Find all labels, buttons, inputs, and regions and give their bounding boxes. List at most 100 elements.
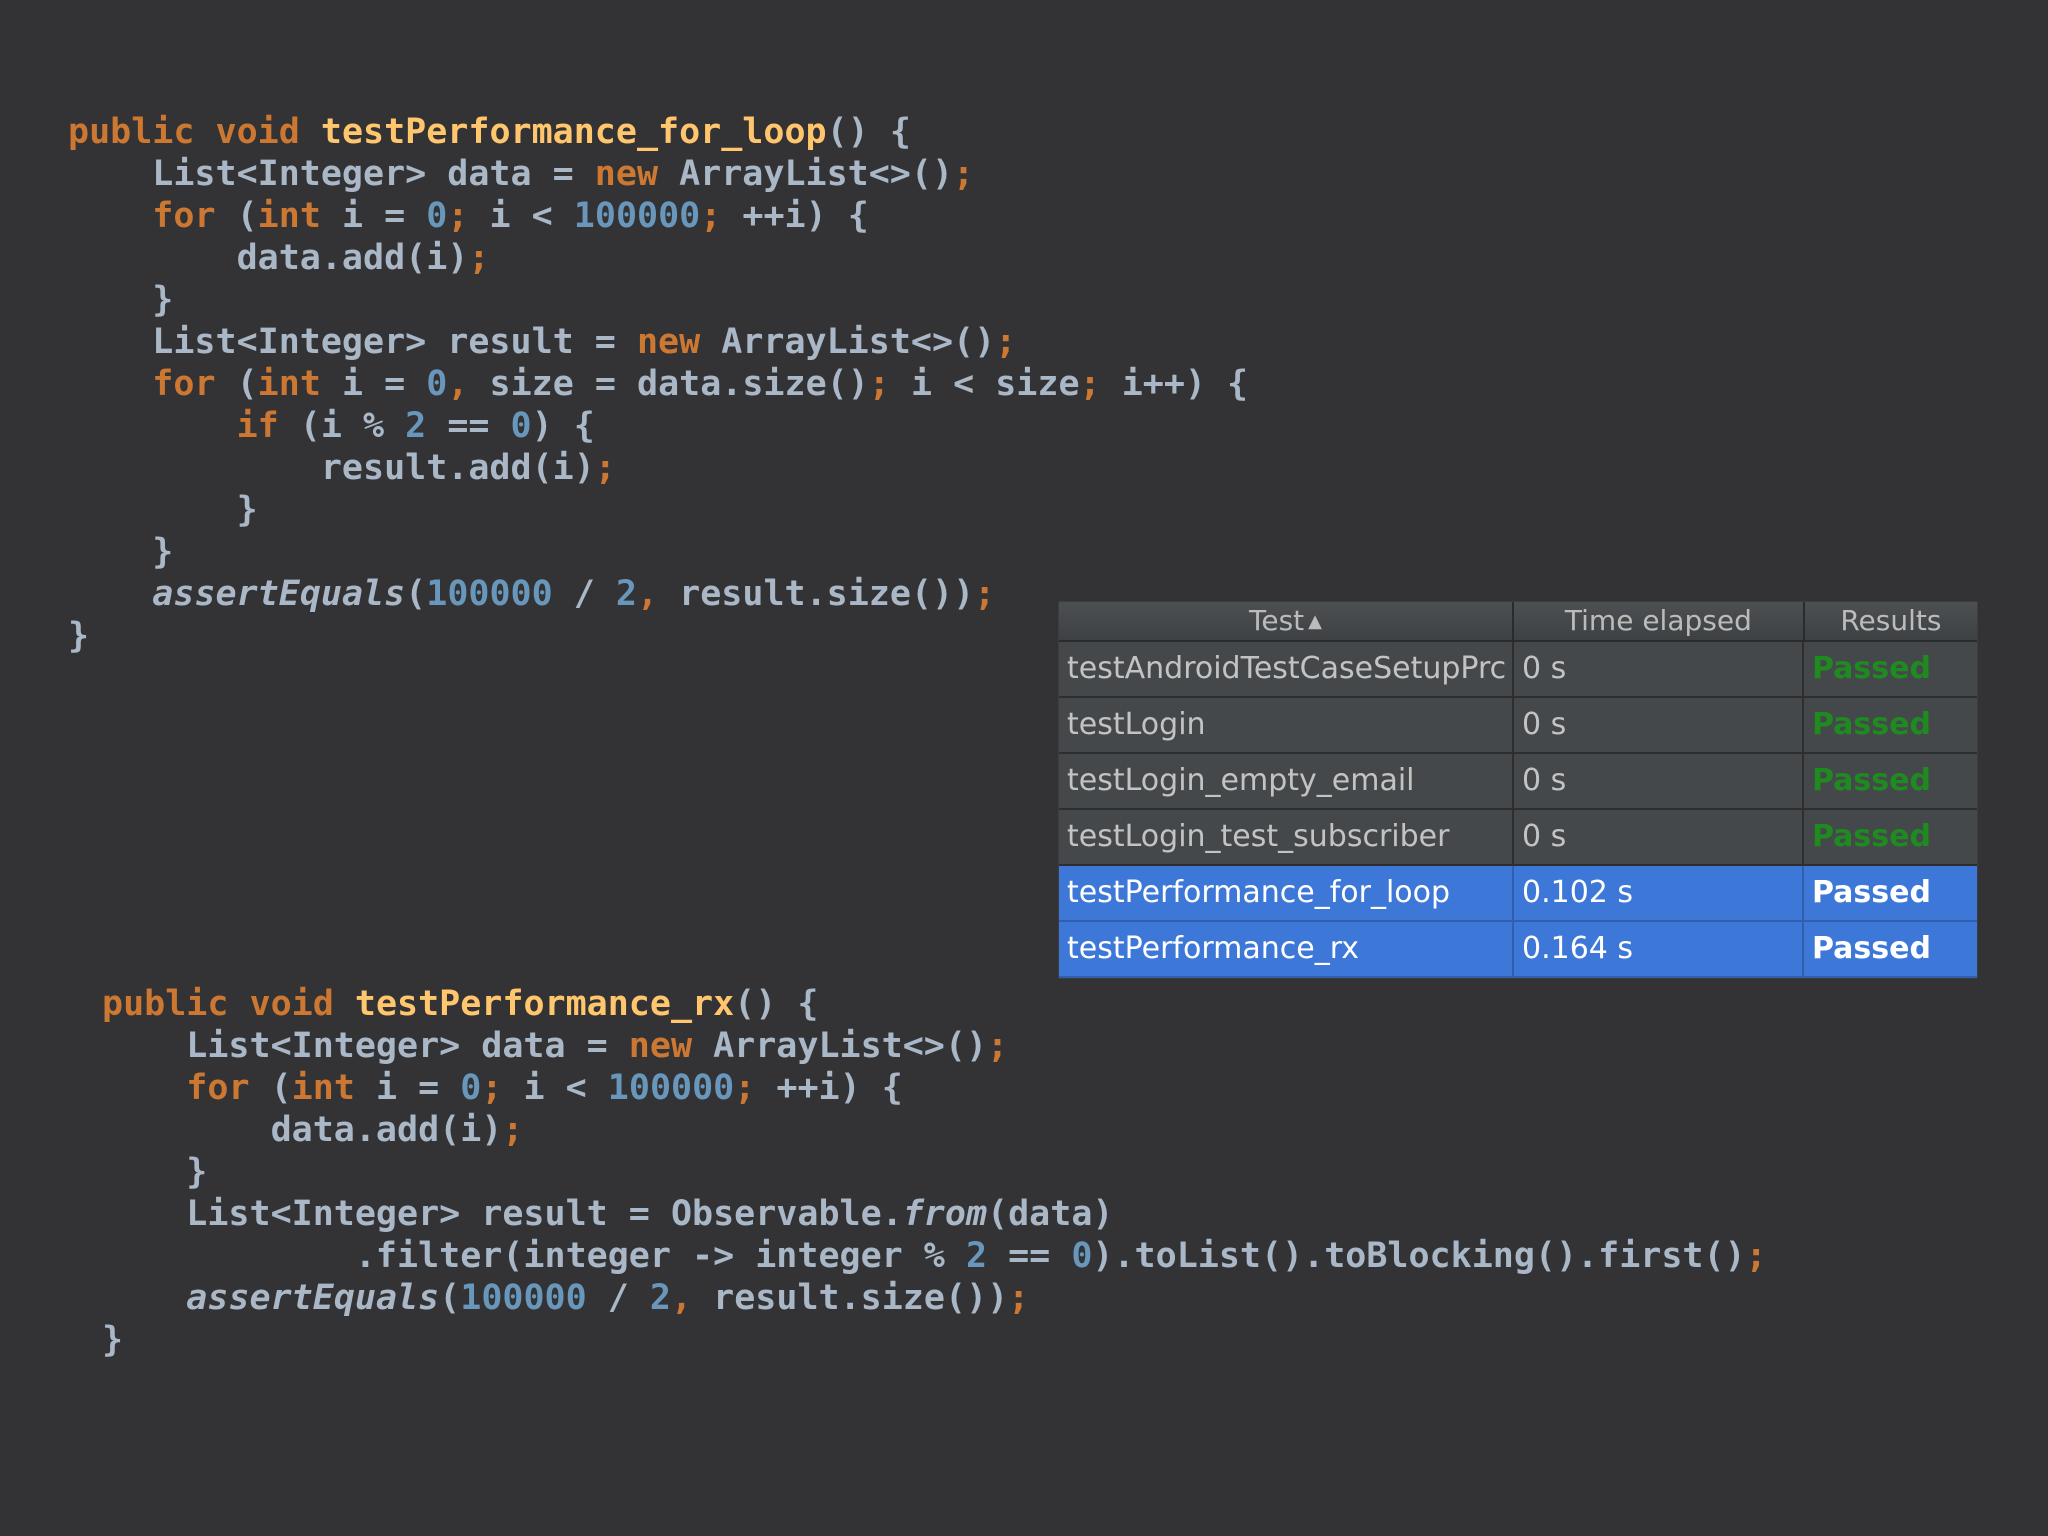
code-token: new (594, 154, 680, 194)
code-token: List<Integer> result = (68, 322, 637, 362)
test-name-cell: testPerformance_rx (1059, 922, 1514, 976)
code-token: 2 (649, 1278, 671, 1318)
code-line: if (i % 2 == 0) { (68, 405, 1248, 447)
table-row[interactable]: testAndroidTestCaseSetupPrc 0 s Passed (1059, 642, 1977, 698)
result-cell: Passed (1812, 707, 1931, 742)
code-line: result.add(i); (68, 447, 1248, 489)
code-token: for (152, 364, 237, 404)
code-token: ; (502, 1110, 524, 1150)
code-token: ; (987, 1026, 1009, 1066)
code-line: } (68, 531, 1248, 573)
table-row[interactable]: testLogin_test_subscriber 0 s Passed (1059, 810, 1977, 866)
table-row[interactable]: testPerformance_for_loop 0.102 s Passed (1059, 866, 1977, 922)
code-token: new (636, 322, 722, 362)
code-token: ; (734, 1068, 777, 1108)
code-line: assertEquals(100000 / 2, result.size()); (102, 1277, 1767, 1319)
code-token: for (152, 196, 237, 236)
code-token: == (447, 406, 511, 446)
code-line: for (int i = 0; i < 100000; ++i) { (102, 1067, 1767, 1109)
code-token: result.size()) (713, 1278, 1009, 1318)
code-line: } (102, 1319, 1767, 1361)
code-line: List<Integer> data = new ArrayList<>(); (68, 153, 1248, 195)
code-token: void (215, 112, 321, 152)
code-token: void (249, 984, 355, 1024)
code-line: data.add(i); (68, 237, 1248, 279)
code-line: List<Integer> data = new ArrayList<>(); (102, 1025, 1767, 1067)
code-token: int (291, 1068, 376, 1108)
code-token: ++i) { (776, 1068, 903, 1108)
code-token: i = (341, 364, 427, 404)
code-token: (data) (987, 1194, 1114, 1234)
code-token: i < (489, 196, 574, 236)
code-token: testPerformance_rx (354, 984, 735, 1024)
code-line: List<Integer> result = new ArrayList<>()… (68, 321, 1248, 363)
test-name-cell: testLogin (1059, 698, 1514, 752)
code-token: == (1008, 1236, 1072, 1276)
code-token: ArrayList<>() (713, 1026, 988, 1066)
code-token: } (68, 532, 174, 572)
code-token: , (637, 574, 680, 614)
code-token: } (68, 490, 258, 530)
time-elapsed-cell: 0.102 s (1514, 866, 1804, 920)
code-token: i < size (910, 364, 1080, 404)
code-token: } (102, 1320, 124, 1360)
time-elapsed-cell: 0 s (1514, 698, 1804, 752)
code-token: / (607, 1278, 650, 1318)
code-token: size = data.size() (489, 364, 869, 404)
code-token: ; (481, 1068, 524, 1108)
test-name-cell: testPerformance_for_loop (1059, 866, 1514, 920)
code-token: i++) { (1121, 364, 1249, 404)
result-cell: Passed (1812, 763, 1931, 798)
code-token: public (68, 112, 216, 152)
code-token: data.add(i) (102, 1110, 503, 1150)
table-body: testAndroidTestCaseSetupPrc 0 s Passed test… (1059, 642, 1977, 978)
column-header-test-label: Test (1249, 604, 1305, 637)
code-token: 2 (615, 574, 637, 614)
code-line: for (int i = 0, size = data.size(); i < … (68, 363, 1248, 405)
code-token: ( (236, 364, 258, 404)
code-line: data.add(i); (102, 1109, 1767, 1151)
code-line: } (68, 489, 1248, 531)
code-token: () { (826, 112, 911, 152)
code-token: List<Integer> data = (102, 1026, 629, 1066)
code-token: testPerformance_for_loop (320, 112, 827, 152)
code-token: public (102, 984, 250, 1024)
table-row[interactable]: testLogin_empty_email 0 s Passed (1059, 754, 1977, 810)
time-elapsed-cell: 0 s (1514, 810, 1804, 864)
column-header-results[interactable]: Results (1805, 602, 1977, 640)
code-token: ; (868, 364, 911, 404)
code-line: } (102, 1151, 1767, 1193)
code-token: for (186, 1068, 271, 1108)
column-header-test[interactable]: Test ▲ (1059, 602, 1515, 640)
code-token: List<Integer> data = (68, 154, 595, 194)
code-token: int (257, 196, 342, 236)
code-token: 0 (426, 364, 448, 404)
code-token: ) { (531, 406, 595, 446)
code-token: i = (341, 196, 427, 236)
code-token: ; (447, 196, 490, 236)
code-token: 100000 (607, 1068, 735, 1108)
code-token: ; (594, 448, 616, 488)
code-line: List<Integer> result = Observable.from(d… (102, 1193, 1767, 1235)
code-token: data.add(i) (68, 238, 469, 278)
code-token: assertEquals (152, 574, 406, 614)
table-row[interactable]: testLogin 0 s Passed (1059, 698, 1977, 754)
code-token: ; (1079, 364, 1122, 404)
table-row[interactable]: testPerformance_rx 0.164 s Passed (1059, 922, 1977, 978)
test-name-cell: testLogin_test_subscriber (1059, 810, 1514, 864)
time-elapsed-cell: 0.164 s (1514, 922, 1804, 976)
code-block-rx: public void testPerformance_rx() { List<… (102, 983, 1767, 1361)
time-elapsed-cell: 0 s (1514, 754, 1804, 808)
code-token: ArrayList<>() (679, 154, 954, 194)
code-token: , (671, 1278, 714, 1318)
column-header-time-label: Time elapsed (1564, 604, 1752, 637)
column-header-time[interactable]: Time elapsed (1514, 602, 1805, 640)
result-cell: Passed (1812, 931, 1931, 966)
code-token: 100000 (460, 1278, 608, 1318)
code-token: } (68, 280, 174, 320)
code-token: ; (468, 238, 490, 278)
